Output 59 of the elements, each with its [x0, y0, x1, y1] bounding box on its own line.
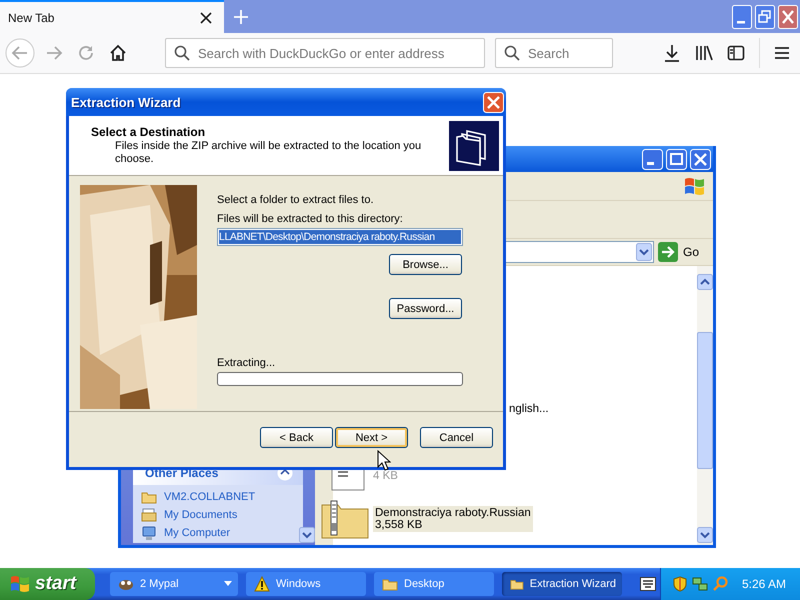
place-link[interactable]: My Computer: [164, 527, 230, 539]
dialog-heading: Select a Destination: [91, 125, 206, 139]
warning-icon: [254, 576, 270, 592]
documents-icon: [141, 507, 157, 523]
scroll-thumb[interactable]: [697, 332, 713, 469]
minimize-icon[interactable]: [642, 148, 663, 170]
file-size: 4 KB: [373, 470, 398, 482]
keyboard-icon[interactable]: [640, 577, 656, 591]
maximize-icon[interactable]: [666, 148, 687, 170]
start-button[interactable]: start: [0, 568, 95, 600]
instruction-text: Select a folder to extract files to.: [217, 194, 375, 206]
clock: 5:26 AM: [742, 577, 786, 591]
file-size: 3,558 KB: [375, 519, 424, 531]
computer-icon: [141, 525, 157, 541]
sidebar-icon[interactable]: [727, 44, 745, 62]
scrollbar[interactable]: [697, 266, 713, 545]
plus-icon[interactable]: [233, 8, 249, 24]
taskbar-button[interactable]: Desktop: [374, 572, 494, 596]
home-icon[interactable]: [109, 44, 127, 62]
file-name: Demonstraciya raboty.Russian: [375, 507, 531, 519]
download-icon[interactable]: [663, 44, 681, 62]
close-icon[interactable]: [200, 12, 212, 24]
back-button[interactable]: < Back: [260, 427, 333, 448]
taskbar-button[interactable]: Extraction Wizard: [502, 572, 622, 596]
windows-logo-icon: [683, 175, 707, 197]
folders-icon: [449, 120, 499, 170]
progress-label: Extracting...: [217, 357, 276, 369]
windows-logo-icon: [10, 574, 30, 594]
shield-icon[interactable]: [672, 576, 687, 592]
cancel-button[interactable]: Cancel: [420, 427, 493, 448]
place-link[interactable]: My Documents: [164, 509, 238, 521]
caret-icon: [224, 581, 232, 587]
place-link[interactable]: VM2.COLLABNET: [164, 491, 256, 503]
network-icon[interactable]: [692, 576, 708, 592]
scroll-down-icon[interactable]: [299, 527, 315, 543]
dialog-subtitle: Files inside the ZIP archive will be extracted to the location you choose.: [114, 140, 422, 166]
restore-icon[interactable]: [755, 4, 775, 28]
tab-title: New Tab: [8, 10, 54, 24]
zip-folder-icon: [321, 499, 369, 539]
password-button[interactable]: Password...: [389, 298, 462, 319]
scroll-up-icon[interactable]: [697, 274, 713, 290]
file-name: nglish...: [509, 403, 549, 415]
directory-field[interactable]: LLABNET\Desktop\Demonstraciya raboty.Russian: [217, 228, 463, 246]
minimize-icon[interactable]: [732, 4, 752, 28]
scroll-down-icon[interactable]: [697, 527, 713, 543]
taskbar-button[interactable]: 2 Mypal: [110, 572, 238, 596]
browser-tab[interactable]: New Tab: [0, 0, 224, 33]
taskbar-button[interactable]: Windows: [246, 572, 366, 596]
next-button[interactable]: Next >: [335, 427, 408, 448]
menu-icon[interactable]: [774, 45, 790, 61]
address-bar[interactable]: Search with DuckDuckGo or enter address: [165, 38, 485, 68]
library-icon[interactable]: [695, 44, 713, 62]
window-title: Extraction Wizard: [71, 94, 181, 110]
field-label: Files will be extracted to this directory:: [217, 213, 404, 225]
password-button[interactable]: Browse...: [389, 254, 462, 275]
search-field[interactable]: Search: [495, 38, 613, 68]
dropdown-icon[interactable]: [636, 243, 652, 261]
cursor-icon: [377, 450, 391, 471]
go-button[interactable]: Go: [654, 242, 713, 262]
